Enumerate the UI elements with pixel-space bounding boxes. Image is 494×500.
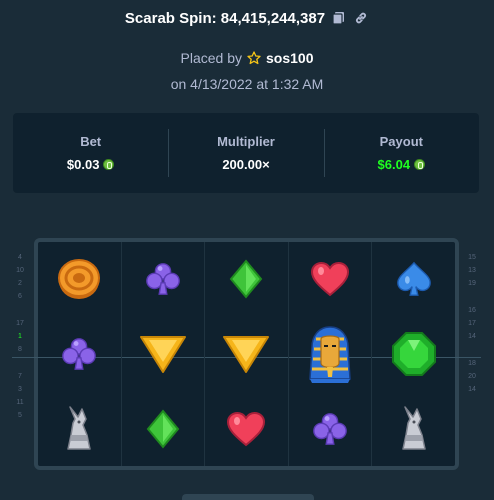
bet-stat: Bet $0.03 [13, 113, 168, 193]
triangle-icon [222, 334, 270, 374]
left-payline-numbers: 4 10 2 6 17 1 8 7 3 11 5 [10, 254, 30, 439]
clover-icon [144, 260, 182, 298]
slot-cell [122, 317, 205, 392]
heart-icon [310, 261, 350, 297]
currency-coin-icon [103, 159, 115, 170]
slot-cell [205, 242, 288, 317]
reel-5 [371, 242, 455, 466]
scarab-coin-icon [56, 256, 102, 302]
diamond-icon [228, 259, 264, 299]
slot-cell [372, 242, 455, 317]
slot-board [12, 238, 481, 470]
clover-icon [60, 335, 98, 373]
reel-4 [287, 242, 372, 466]
slot-cell [289, 242, 372, 317]
payline-number: 18 [468, 360, 476, 367]
payout-label: Payout [379, 134, 423, 149]
bet-label: Bet [80, 134, 102, 149]
payline-number: 13 [468, 267, 476, 274]
game-header: Scarab Spin: 84,415,244,387 [0, 6, 494, 30]
multiplier-stat: Multiplier 200.00× [168, 113, 323, 193]
link-icon[interactable] [353, 10, 369, 26]
username-link[interactable]: sos100 [266, 50, 313, 66]
reels [38, 242, 455, 466]
right-payline-numbers: 15 13 19 16 17 14 18 20 14 [462, 254, 482, 413]
placed-by: Placed by sos100 [0, 50, 494, 66]
payline-number: 17 [16, 320, 24, 327]
slot-cell [38, 317, 121, 392]
currency-coin-icon [414, 159, 426, 170]
copy-icon[interactable] [331, 10, 347, 26]
play-game-button[interactable] [182, 494, 314, 500]
emerald-icon [391, 331, 437, 377]
slot-cell [122, 242, 205, 317]
bet-stats-panel: Bet $0.03 Multiplier 200.00× Payout $6.0… [13, 113, 479, 193]
game-title: Scarab Spin: 84,415,244,387 [124, 9, 326, 27]
slot-cell [38, 391, 121, 466]
spade-icon [395, 260, 433, 298]
reel-3 [204, 242, 288, 466]
payline-number: 14 [468, 386, 476, 393]
slot-cell [289, 317, 372, 392]
payline-number: 5 [18, 412, 22, 419]
payline-number: 10 [16, 267, 24, 274]
anubis-icon [62, 405, 96, 453]
heart-icon [226, 411, 266, 447]
multiplier-value: 200.00× [222, 157, 270, 172]
clover-icon [311, 410, 349, 448]
bet-value-row: $0.03 [67, 157, 115, 172]
diamond-icon [145, 409, 181, 449]
slot-cell [289, 391, 372, 466]
slot-cell [122, 391, 205, 466]
slot-cell [205, 317, 288, 392]
payline-number: 4 [18, 254, 22, 261]
pharaoh-icon [308, 325, 352, 383]
reel-1 [38, 242, 121, 466]
payline-number: 11 [16, 399, 24, 406]
payline-number: 7 [18, 373, 22, 380]
multiplier-label: Multiplier [217, 134, 275, 149]
payline-number: 14 [468, 333, 476, 340]
triangle-icon [139, 334, 187, 374]
payout-value-row: $6.04 [378, 157, 426, 172]
payline-number: 6 [18, 293, 22, 300]
payline-number: 15 [468, 254, 476, 261]
payline-number: 20 [468, 373, 476, 380]
payline-number: 2 [18, 280, 22, 287]
anubis-icon [397, 405, 431, 453]
payline-number: 8 [18, 346, 22, 353]
placed-prefix: Placed by [180, 50, 242, 66]
payout-stat: Payout $6.04 [323, 113, 479, 193]
multiplier-value-row: 200.00× [222, 157, 269, 172]
slot-cell [38, 242, 121, 317]
payout-value: $6.04 [377, 157, 411, 172]
bet-date: on 4/13/2022 at 1:32 AM [170, 76, 324, 92]
payline-number: 17 [468, 320, 476, 327]
slot-cell [372, 317, 455, 392]
slot-cell [372, 391, 455, 466]
payline-number: 3 [18, 386, 22, 393]
active-payline-number: 1 [18, 333, 22, 340]
slot-cell [205, 391, 288, 466]
reel-2 [120, 242, 205, 466]
bet-value: $0.03 [66, 157, 100, 172]
star-icon [247, 51, 261, 65]
payline-number: 19 [468, 280, 476, 287]
payline-number: 16 [468, 307, 476, 314]
